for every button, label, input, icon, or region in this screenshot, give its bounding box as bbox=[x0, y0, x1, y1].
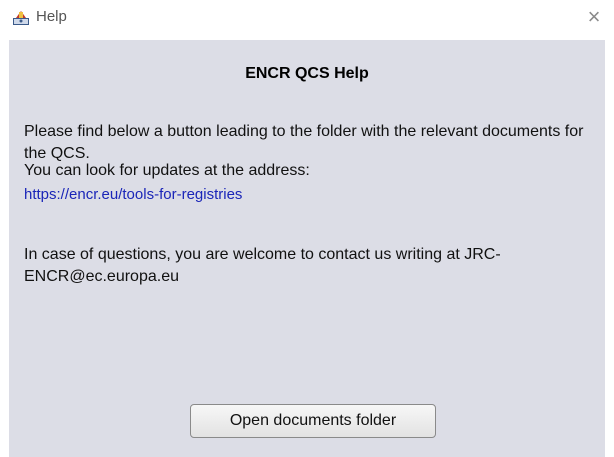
open-documents-folder-button[interactable]: Open documents folder bbox=[190, 404, 436, 438]
window-title: Help bbox=[36, 8, 67, 25]
updates-paragraph: You can look for updates at the address: bbox=[24, 162, 310, 179]
contact-paragraph: In case of questions, you are welcome to… bbox=[24, 246, 501, 285]
intro-paragraph: Please find below a button leading to th… bbox=[24, 123, 584, 162]
title-bar: Help × bbox=[0, 0, 614, 40]
updates-link[interactable]: https://encr.eu/tools-for-registries bbox=[24, 184, 594, 206]
help-panel: ENCR QCS Help Please find below a button… bbox=[9, 40, 605, 457]
dialog-heading: ENCR QCS Help bbox=[245, 65, 369, 82]
close-icon[interactable]: × bbox=[580, 2, 608, 32]
app-icon bbox=[13, 11, 29, 25]
